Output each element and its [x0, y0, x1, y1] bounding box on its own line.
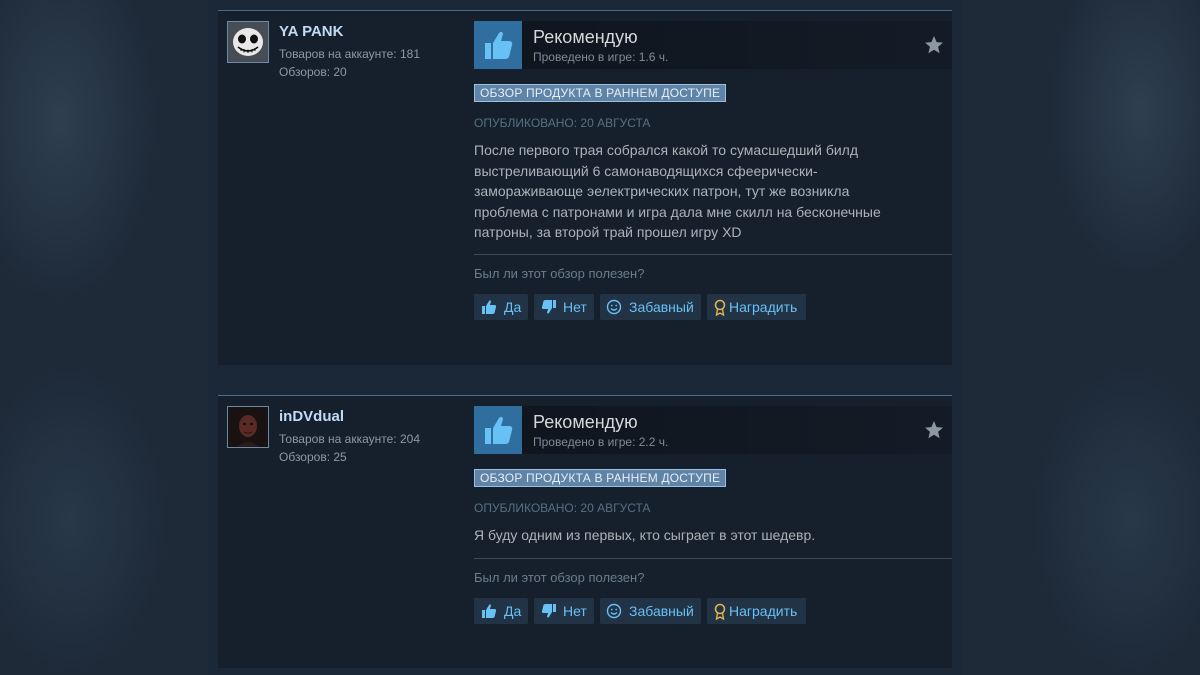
award-icon [714, 603, 726, 620]
vote-funny-label: Забавный [629, 299, 694, 315]
vote-yes-label: Да [504, 299, 522, 315]
products-count[interactable]: Товаров на аккаунте: 181 [279, 47, 420, 61]
review-text-line: Я буду одним из первых, кто сыграет в эт… [474, 527, 816, 543]
avatar[interactable] [227, 21, 269, 63]
smile-icon [606, 299, 622, 315]
vote-header[interactable]: Рекомендую Проведено в игре: 1.6 ч. [474, 21, 952, 69]
vote-yes-label: Да [504, 603, 522, 619]
review-card: YA PANK Товаров на аккаунте: 181 Обзоров… [218, 10, 952, 365]
award-label: Наградить [729, 603, 798, 619]
review-text: Я буду одним из первых, кто сыграет в эт… [474, 525, 944, 546]
award-icon [714, 299, 726, 316]
hours-played: Проведено в игре: 2.2 ч. [533, 435, 669, 449]
early-access-badge: ОБЗОР ПРОДУКТА В РАННЕМ ДОСТУПЕ [474, 469, 727, 487]
vote-funny-button[interactable]: Забавный [600, 598, 701, 624]
vote-yes-button[interactable]: Да [474, 598, 528, 624]
early-access-badge: ОБЗОР ПРОДУКТА В РАННЕМ ДОСТУПЕ [474, 84, 727, 102]
posted-date: ОПУБЛИКОВАНО: 20 АВГУСТА [474, 501, 651, 515]
vote-title: Рекомендую [533, 27, 638, 47]
review-card: inDVdual Товаров на аккаунте: 204 Обзоро… [218, 395, 952, 668]
vote-no-label: Нет [563, 603, 587, 619]
star-icon[interactable] [924, 420, 944, 440]
vote-funny-button[interactable]: Забавный [600, 294, 701, 320]
avatar[interactable] [227, 406, 269, 448]
vote-no-label: Нет [563, 299, 587, 315]
thumbs-down-icon [541, 300, 556, 314]
vote-funny-label: Забавный [629, 603, 694, 619]
vote-header[interactable]: Рекомендую Проведено в игре: 2.2 ч. [474, 406, 952, 454]
review-text-line: замораживающе эелектрических патрон, тут… [474, 183, 850, 199]
persona-name[interactable]: inDVdual [279, 408, 344, 425]
vote-no-button[interactable]: Нет [534, 294, 594, 320]
smile-icon [606, 603, 622, 619]
review-text: После первого трая собрался какой то сум… [474, 140, 944, 243]
star-icon[interactable] [924, 35, 944, 55]
review-text-line: проблема с патронами и игра дала мне ски… [474, 203, 881, 220]
helpful-question: Был ли этот обзор полезен? [474, 570, 645, 585]
products-count[interactable]: Товаров на аккаунте: 204 [279, 432, 420, 446]
thumbs-up-icon [474, 406, 522, 454]
award-button[interactable]: Наградить [707, 598, 806, 624]
divider [474, 254, 952, 255]
reviews-count[interactable]: Обзоров: 20 [279, 65, 347, 79]
persona-name[interactable]: YA PANK [279, 23, 343, 40]
thumbs-up-icon [474, 21, 522, 69]
award-label: Наградить [729, 299, 798, 315]
review-text-line: После первого трая собрался какой то сум… [474, 142, 859, 158]
thumbs-up-icon [482, 604, 497, 618]
vote-yes-button[interactable]: Да [474, 294, 528, 320]
helpful-question: Был ли этот обзор полезен? [474, 266, 645, 281]
thumbs-down-icon [541, 604, 556, 618]
reviews-count[interactable]: Обзоров: 25 [279, 450, 347, 464]
award-button[interactable]: Наградить [707, 294, 806, 320]
vote-title: Рекомендую [533, 412, 638, 432]
review-text-line: патроны, за второй трай прошел игру XD [474, 224, 742, 240]
review-text-line: выстреливающий 6 самонаводящихся сфеерич… [474, 162, 818, 179]
thumbs-up-icon [482, 300, 497, 314]
hours-played: Проведено в игре: 1.6 ч. [533, 50, 669, 64]
posted-date: ОПУБЛИКОВАНО: 20 АВГУСТА [474, 116, 651, 130]
divider [474, 558, 952, 559]
vote-no-button[interactable]: Нет [534, 598, 594, 624]
